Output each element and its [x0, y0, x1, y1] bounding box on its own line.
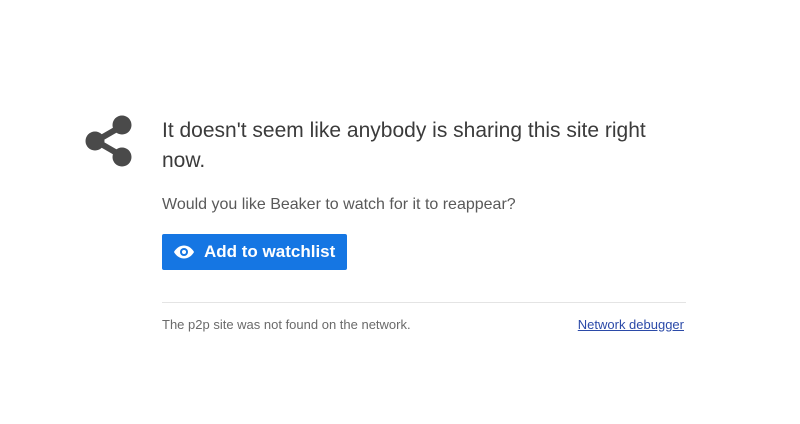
- add-to-watchlist-label: Add to watchlist: [204, 242, 336, 261]
- message-block: It doesn't seem like anybody is sharing …: [162, 116, 686, 270]
- not-found-page: It doesn't seem like anybody is sharing …: [0, 0, 800, 424]
- watch-prompt: Would you like Beaker to watch for it to…: [162, 196, 516, 213]
- add-to-watchlist-button[interactable]: Add to watchlist: [162, 234, 348, 270]
- eye-icon: [174, 245, 194, 259]
- not-found-note: The p2p site was not found on the networ…: [162, 317, 411, 332]
- share-icon: [85, 115, 132, 167]
- headline: It doesn't seem like anybody is sharing …: [162, 119, 646, 172]
- network-debugger-link[interactable]: Network debugger: [578, 316, 684, 334]
- divider: [162, 302, 686, 303]
